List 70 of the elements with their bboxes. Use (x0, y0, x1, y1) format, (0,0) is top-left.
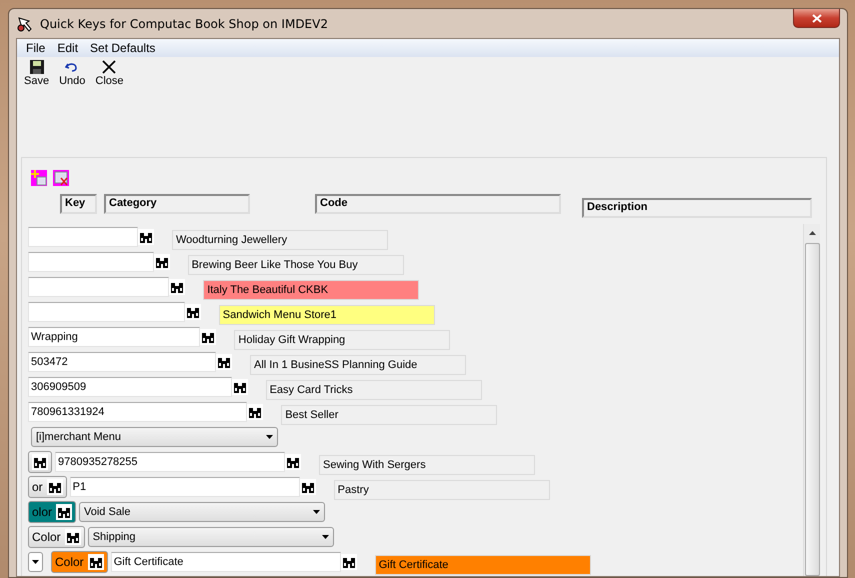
key-field[interactable] (28, 302, 185, 322)
binoculars-icon[interactable] (32, 454, 48, 470)
key-field[interactable]: 503472 (28, 352, 216, 372)
description-field: Sandwich Menu Store1 (218, 304, 435, 324)
key-field[interactable]: 780961331924 (28, 402, 248, 422)
dropdown-stub[interactable] (28, 552, 43, 572)
dropdown-arrow-icon (322, 534, 329, 538)
column-header: Category (104, 194, 250, 214)
binoculars-icon[interactable] (232, 378, 248, 394)
binoculars-icon[interactable] (285, 454, 301, 470)
binoculars-icon[interactable] (300, 478, 316, 494)
dropdown-arrow-icon (266, 434, 273, 438)
binoculars-icon[interactable] (138, 228, 154, 244)
scroll-up-icon[interactable] (808, 231, 816, 235)
toolbar-button[interactable]: Save (21, 60, 52, 87)
menu-item[interactable]: File (20, 41, 52, 55)
description-field: Best Seller (281, 404, 498, 424)
description-field: Italy The Beautiful CKBK (203, 280, 420, 300)
binoculars-icon[interactable] (247, 404, 264, 420)
description-field: Easy Card Tricks (266, 380, 482, 400)
binoculars-icon[interactable] (216, 354, 232, 370)
key-field[interactable] (28, 252, 154, 272)
code-field[interactable]: 9780935278255 (55, 452, 285, 472)
color-button[interactable]: Color (51, 550, 108, 572)
description-field: All In 1 BusineSS Planning Guide (250, 354, 466, 374)
binoculars-icon[interactable] (200, 328, 216, 344)
window-title: Quick Keys for Computac Book Shop on IMDEV2 (40, 16, 328, 30)
delete-row-icon[interactable] (53, 170, 69, 186)
description-field: Holiday Gift Wrapping (234, 330, 450, 350)
code-field[interactable]: Gift Certificate (110, 552, 341, 572)
column-header: Code (315, 194, 561, 214)
column-header: Description (582, 198, 812, 218)
description-field: Sewing With Sergers (319, 454, 535, 474)
menu-item[interactable]: Set Defaults (84, 41, 162, 55)
key-field[interactable]: 306909509 (28, 376, 232, 396)
action-dropdown[interactable]: Void Sale (79, 502, 326, 522)
add-row-icon[interactable] (31, 170, 47, 186)
binoculars-icon[interactable] (56, 504, 72, 520)
binoculars-icon[interactable] (154, 254, 170, 270)
close-icon (812, 14, 822, 22)
menu-dropdown[interactable]: [i]merchant Menu (31, 426, 278, 446)
color-button[interactable]: Color (28, 526, 85, 548)
binoculars-icon[interactable] (64, 528, 81, 544)
description-field: Pastry (334, 480, 550, 500)
color-button[interactable] (28, 450, 52, 472)
binoculars-icon[interactable] (46, 478, 63, 494)
description-field: Woodturning Jewellery (172, 230, 388, 250)
scrollbar[interactable] (803, 224, 820, 576)
description-field: Gift Certificate (374, 554, 591, 574)
description-field: Brewing Beer Like Those You Buy (188, 254, 404, 274)
binoculars-icon[interactable] (340, 554, 357, 570)
dropdown-arrow-icon (313, 510, 320, 514)
color-button[interactable]: olor (28, 500, 76, 522)
binoculars-icon[interactable] (169, 278, 186, 294)
close-icon (102, 60, 116, 74)
toolbar-button[interactable]: Close (92, 60, 126, 87)
dropdown-arrow-icon (32, 560, 39, 564)
close-button[interactable] (793, 9, 840, 28)
binoculars-icon[interactable] (88, 554, 104, 570)
key-field[interactable] (28, 276, 170, 296)
binoculars-icon[interactable] (184, 304, 201, 320)
action-dropdown[interactable]: Shipping (88, 526, 334, 546)
code-field[interactable]: P1 (70, 476, 300, 496)
color-button[interactable]: or (28, 476, 67, 498)
menu-item[interactable]: Edit (51, 41, 84, 55)
column-header: Key (60, 194, 97, 214)
key-field[interactable] (28, 226, 138, 246)
app-icon (16, 14, 34, 32)
toolbar-button[interactable]: Undo (56, 60, 88, 87)
key-field[interactable]: Wrapping (28, 326, 200, 346)
